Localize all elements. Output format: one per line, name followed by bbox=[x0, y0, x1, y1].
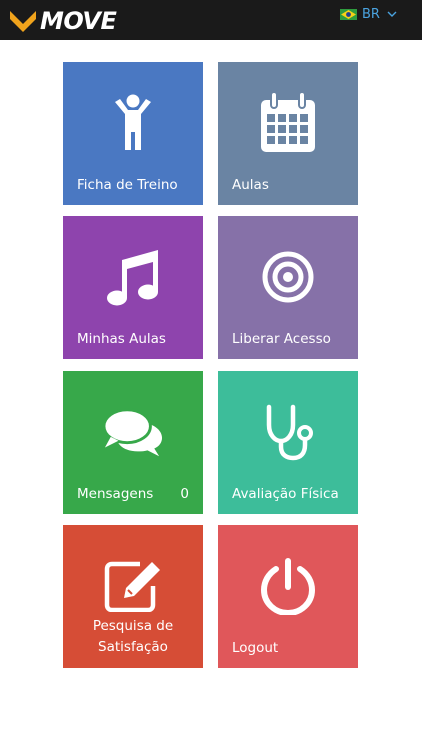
tile-logout[interactable]: Logout bbox=[218, 525, 358, 668]
tile-label: Avaliação Física bbox=[232, 486, 339, 502]
person-arms-up-icon bbox=[103, 92, 163, 154]
tile-label: Liberar Acesso bbox=[232, 331, 331, 347]
chevron-down-icon bbox=[387, 11, 397, 17]
tile-label: Mensagens bbox=[77, 486, 154, 502]
edit-icon bbox=[103, 555, 163, 617]
power-icon bbox=[258, 555, 318, 617]
music-note-icon bbox=[103, 246, 163, 308]
language-selector[interactable]: BR bbox=[340, 6, 397, 22]
tile-label: Minhas Aulas bbox=[77, 331, 166, 347]
logo-text: MOVE bbox=[40, 7, 117, 35]
tile-label: Pesquisa de Satisfação bbox=[92, 618, 174, 655]
message-count-badge: 0 bbox=[180, 486, 189, 502]
tile-label: Ficha de Treino bbox=[77, 177, 178, 193]
brazil-flag-icon bbox=[340, 8, 357, 20]
top-bar: MOVE BR bbox=[0, 0, 422, 40]
logo-chevron-icon bbox=[10, 11, 36, 32]
stethoscope-icon bbox=[258, 401, 318, 463]
chat-bubbles-icon bbox=[103, 401, 163, 463]
tile-liberar-acesso[interactable]: Liberar Acesso bbox=[218, 216, 358, 359]
tile-avaliacao-fisica[interactable]: Avaliação Física bbox=[218, 371, 358, 514]
tile-mensagens[interactable]: Mensagens 0 bbox=[63, 371, 203, 514]
logo[interactable]: MOVE bbox=[10, 7, 117, 35]
tile-ficha-de-treino[interactable]: Ficha de Treino bbox=[63, 62, 203, 205]
tile-pesquisa-de-satisfacao[interactable]: Pesquisa de Satisfação bbox=[63, 525, 203, 668]
tile-aulas[interactable]: Aulas bbox=[218, 62, 358, 205]
tile-label: Logout bbox=[232, 640, 279, 656]
language-code: BR bbox=[362, 6, 380, 22]
tile-minhas-aulas[interactable]: Minhas Aulas bbox=[63, 216, 203, 359]
calendar-icon bbox=[258, 92, 318, 154]
target-icon bbox=[258, 246, 318, 308]
tile-label: Aulas bbox=[232, 177, 269, 193]
